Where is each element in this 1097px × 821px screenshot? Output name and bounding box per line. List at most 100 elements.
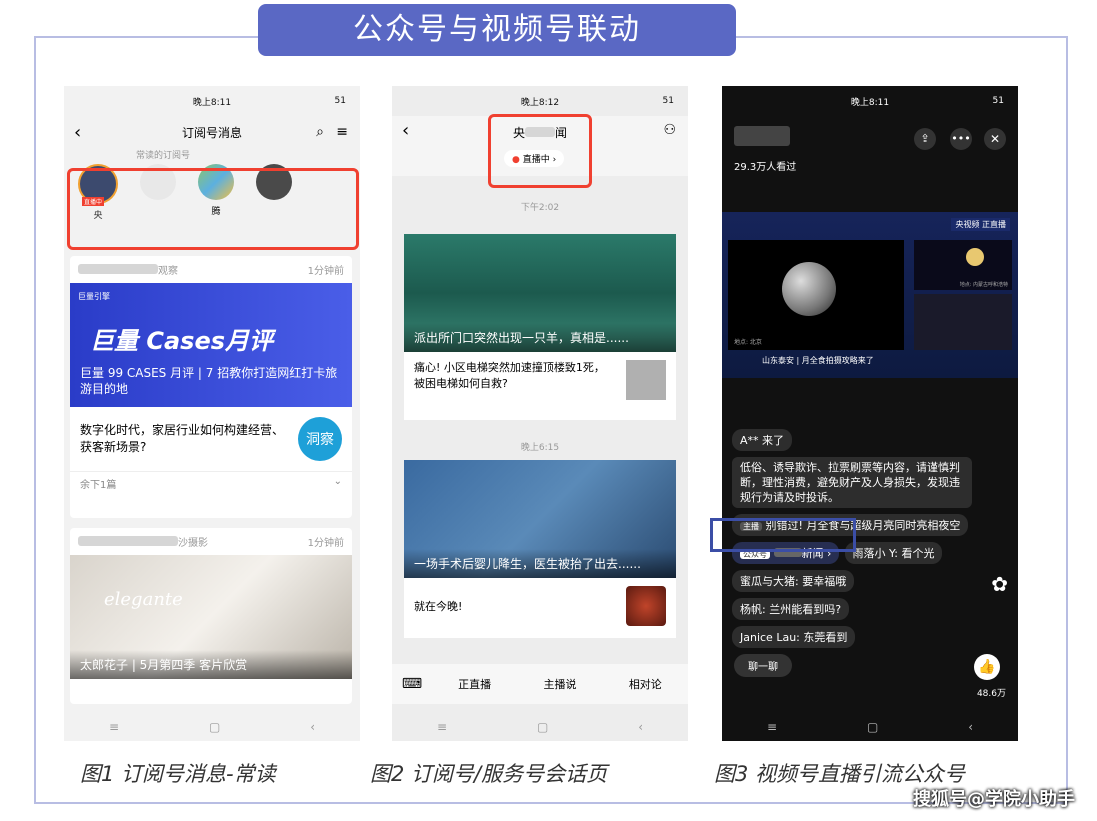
status-time: 晚上8:11 bbox=[850, 97, 890, 108]
chat-notice: 低俗、诱导欺诈、拉票刷票等内容，请谨慎判断，理性消费，避免财产及人身损失，发现违… bbox=[732, 457, 972, 508]
cover-image[interactable]: 巨量引擎 巨量 Cases月评 巨量 99 CASES 月评 | 7 招教你打造… bbox=[70, 283, 352, 407]
gift-animation-icon: ✿ bbox=[991, 572, 1008, 596]
location-label: 地点: 内蒙古呼和浩特 bbox=[959, 282, 1008, 288]
banner-title: 公众号与视频号联动 bbox=[258, 4, 736, 56]
search-icon[interactable]: ⌕ bbox=[316, 124, 324, 140]
menu-icon[interactable]: ≡ bbox=[336, 124, 348, 140]
location-label: 地点: 北京 bbox=[734, 339, 762, 346]
close-icon[interactable]: ✕ bbox=[984, 128, 1006, 150]
card-header: 沙摄影 1分钟前 bbox=[70, 528, 352, 555]
chat-message: A** 来了 bbox=[732, 429, 793, 451]
status-bar: 晚上8:11 51 bbox=[722, 86, 1018, 116]
timestamp: 1分钟前 bbox=[307, 538, 344, 549]
chat-message: Janice Lau: 东莞看到 bbox=[732, 626, 856, 648]
chat-message: 蜜瓜与大猪: 要幸福哦 bbox=[732, 570, 855, 592]
menu-nav-icon[interactable]: ≡ bbox=[767, 720, 777, 734]
news-sub-item[interactable]: 就在今晚! bbox=[404, 578, 676, 634]
more-icon[interactable]: ••• bbox=[950, 128, 972, 150]
phone1-header: ‹ 订阅号消息 ⌕ ≡ bbox=[64, 116, 360, 148]
article-headline: 太郎花子 | 5月第四季 客片欣赏 bbox=[70, 650, 352, 679]
channel-logo: 央视频 正直播 bbox=[951, 218, 1010, 231]
bottom-menu: ⌨ 正直播 主播说 相对论 bbox=[392, 664, 688, 704]
sub-article-thumb: 洞察 bbox=[298, 417, 342, 461]
side-video-bottom bbox=[914, 294, 1012, 350]
highlight-box bbox=[488, 114, 592, 188]
cover-image[interactable]: 一场手术后婴儿降生，医生被抬了出去...... bbox=[404, 460, 676, 578]
news-sub-item[interactable]: 痛心! 小区电梯突然加速撞顶楼致1死，被困电梯如何自救? bbox=[404, 352, 676, 408]
section-label: 常读的订阅号 bbox=[136, 151, 191, 161]
like-count: 48.6万 bbox=[976, 689, 1006, 699]
battery: 51 bbox=[992, 96, 1004, 106]
status-time: 晚上8:12 bbox=[520, 97, 560, 108]
caption-fig3: 图3 视频号直播引流公众号 bbox=[714, 762, 966, 786]
chat-message: 雨落小 Y: 看个光 bbox=[844, 542, 943, 564]
article-headline: 巨量 99 CASES 月评 | 7 招教你打造网红打卡旅游目的地 bbox=[80, 366, 338, 396]
like-icon[interactable]: 👍 bbox=[974, 654, 1000, 680]
more-row[interactable]: 余下1篇 ⌄ bbox=[70, 471, 352, 495]
system-nav-bar: ≡ ▢ ‹ bbox=[392, 713, 688, 741]
highlight-box bbox=[67, 168, 359, 250]
back-nav-icon[interactable]: ‹ bbox=[968, 720, 973, 734]
home-nav-icon[interactable]: ▢ bbox=[209, 720, 220, 734]
live-video[interactable]: 央视频 正直播 地点: 北京 地点: 内蒙古呼和浩特 山东泰安 | 月全食拍摄攻… bbox=[722, 212, 1018, 378]
brand-label: 巨量引擎 bbox=[78, 292, 110, 301]
watermark: 搜狐号@学院小助手 bbox=[913, 789, 1075, 810]
main-video: 地点: 北京 bbox=[728, 240, 904, 350]
menu-nav-icon[interactable]: ≡ bbox=[437, 720, 447, 734]
video-caption: 山东泰安 | 月全食拍摄攻略来了 bbox=[762, 356, 874, 365]
keyboard-icon[interactable]: ⌨ bbox=[392, 676, 432, 692]
chevron-down-icon: ⌄ bbox=[333, 476, 342, 487]
cover-image[interactable]: elegante 太郎花子 | 5月第四季 客片欣赏 bbox=[70, 555, 352, 679]
viewer-count: 29.3万人看过 bbox=[734, 162, 797, 173]
highlight-box bbox=[710, 518, 856, 552]
timestamp: 1分钟前 bbox=[307, 266, 344, 277]
card-header: 观察 1分钟前 bbox=[70, 256, 352, 283]
article-card[interactable]: 观察 1分钟前 巨量引擎 巨量 Cases月评 巨量 99 CASES 月评 |… bbox=[70, 256, 352, 518]
more-label: 余下1篇 bbox=[80, 480, 117, 491]
sub-article-title: 数字化时代，家居行业如何构建经营、获客新场景? bbox=[80, 423, 285, 454]
news-card[interactable]: 派出所门口突然出现一只羊，真相是...... 痛心! 小区电梯突然加速撞顶楼致1… bbox=[404, 234, 676, 420]
news-headline: 派出所门口突然出现一只羊，真相是...... bbox=[404, 323, 676, 352]
moon-image bbox=[966, 248, 984, 266]
home-nav-icon[interactable]: ▢ bbox=[537, 720, 548, 734]
comment-input[interactable]: 聊一聊 bbox=[734, 654, 792, 677]
news-sub-title: 就在今晚! bbox=[414, 600, 463, 613]
news-sub-title: 痛心! 小区电梯突然加速撞顶楼致1死，被困电梯如何自救? bbox=[414, 361, 605, 390]
home-nav-icon[interactable]: ▢ bbox=[867, 720, 878, 734]
moon-thumb bbox=[626, 586, 666, 626]
cover-image[interactable]: 派出所门口突然出现一只羊，真相是...... bbox=[404, 234, 676, 352]
chat-message: 杨帆: 兰州能看到吗? bbox=[732, 598, 850, 620]
news-headline: 一场手术后婴儿降生，医生被抬了出去...... bbox=[404, 549, 676, 578]
news-card[interactable]: 一场手术后婴儿降生，医生被抬了出去...... 就在今晚! bbox=[404, 460, 676, 638]
account-name: 观察 bbox=[158, 266, 178, 277]
menu-tab[interactable]: 相对论 bbox=[603, 676, 688, 692]
caption-fig1: 图1 订阅号消息-常读 bbox=[80, 762, 276, 786]
back-icon[interactable]: ‹ bbox=[74, 122, 81, 143]
back-nav-icon[interactable]: ‹ bbox=[310, 720, 315, 734]
sub-article[interactable]: 数字化时代，家居行业如何构建经营、获客新场景? 洞察 bbox=[70, 407, 352, 471]
timestamp: 晚上6:15 bbox=[520, 443, 560, 453]
caption-fig2: 图2 订阅号/服务号会话页 bbox=[370, 762, 608, 786]
side-video-top: 地点: 内蒙古呼和浩特 bbox=[914, 240, 1012, 290]
share-icon[interactable]: ⇪ bbox=[914, 128, 936, 150]
system-nav-bar: ≡ ▢ ‹ bbox=[64, 713, 360, 741]
phone3-screenshot: 晚上8:11 51 29.3万人看过 ⇪ ••• ✕ 央视频 正直播 地点: 北… bbox=[722, 86, 1018, 741]
menu-tab[interactable]: 正直播 bbox=[432, 676, 517, 692]
battery: 51 bbox=[334, 96, 346, 106]
host-avatar-blur bbox=[734, 126, 790, 146]
status-bar: 晚上8:12 51 bbox=[392, 86, 688, 116]
moon-image bbox=[782, 262, 836, 316]
battery: 51 bbox=[662, 96, 674, 106]
timestamp: 下午2:02 bbox=[520, 203, 560, 213]
cover-logo-text: elegante bbox=[104, 589, 183, 610]
back-nav-icon[interactable]: ‹ bbox=[638, 720, 643, 734]
profile-icon[interactable]: ⚇ bbox=[663, 122, 676, 138]
status-bar: 晚上8:11 51 bbox=[64, 86, 360, 116]
news-sub-thumb bbox=[626, 360, 666, 400]
menu-tab[interactable]: 主播说 bbox=[517, 676, 602, 692]
status-time: 晚上8:11 bbox=[192, 97, 232, 108]
page-title: 订阅号消息 bbox=[181, 125, 242, 140]
article-card[interactable]: 沙摄影 1分钟前 elegante 太郎花子 | 5月第四季 客片欣赏 bbox=[70, 528, 352, 704]
cover-title: 巨量 Cases月评 bbox=[90, 327, 274, 355]
menu-nav-icon[interactable]: ≡ bbox=[109, 720, 119, 734]
